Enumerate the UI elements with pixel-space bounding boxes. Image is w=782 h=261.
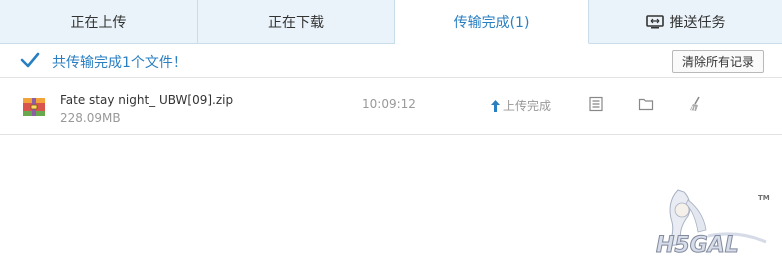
file-details-icon[interactable] [588,96,604,112]
summary-bar: 共传输完成1个文件！ 清除所有记录 [0,44,782,78]
tab-uploading[interactable]: 正在上传 [0,0,198,44]
tab-downloading[interactable]: 正在下载 [198,0,395,44]
tab-label: 正在上传 [70,14,127,31]
svg-text:H5GAL: H5GAL [656,233,739,258]
svg-text:TM: TM [758,194,770,202]
tab-label: 传输完成(1) [453,14,530,31]
file-time: 10:09:12 [362,97,416,111]
file-status-label: 上传完成 [503,99,552,113]
file-name: Fate stay night_ UBW[09].zip [60,93,234,107]
tab-label: 推送任务 [669,14,726,31]
broom-clear-icon[interactable] [688,96,704,112]
tab-completed[interactable]: 传输完成(1) [395,0,589,44]
tv-icon [645,14,664,28]
summary-text: 共传输完成1个文件！ [52,55,187,71]
tab-push-tasks[interactable]: 推送任务 [589,0,782,44]
file-status: 上传完成 [491,97,551,114]
site-watermark-logo: H5GAL TM [656,189,770,258]
check-icon [20,52,40,68]
zip-archive-icon [23,98,45,116]
clear-all-records-button[interactable]: 清除所有记录 [672,50,764,73]
tab-label: 正在下载 [268,14,324,31]
file-row[interactable]: Fate stay night_ UBW[09].zip 228.09MB 10… [0,79,782,135]
tab-bar: 正在上传 正在下载 传输完成(1) 推送任务 [0,0,782,44]
file-size: 228.09MB [60,111,121,125]
upload-arrow-icon [491,99,500,112]
folder-icon[interactable] [638,96,654,112]
